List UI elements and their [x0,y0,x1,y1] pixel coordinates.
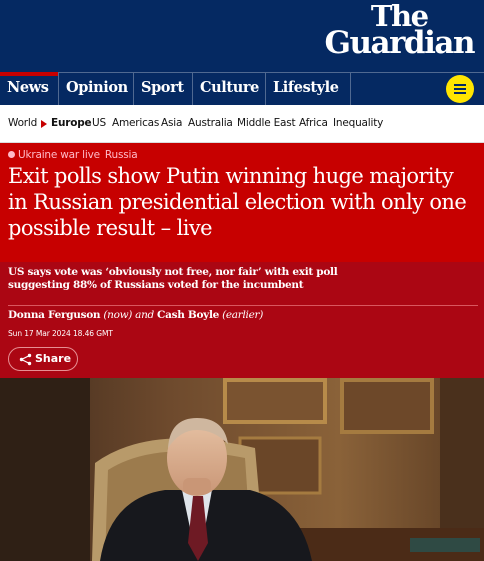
guardian-logo[interactable]: The Guardian [324,0,475,61]
primary-nav: News Opinion Sport Culture Lifestyle [0,72,484,105]
divider [8,305,478,306]
byline: Donna Ferguson (now) and Cash Boyle (ear… [8,309,263,321]
hamburger-menu-icon[interactable] [446,75,474,103]
nav-item-sport[interactable]: Sport [133,73,192,105]
kicker-section-link[interactable]: Russia [105,149,138,161]
chevron-right-icon [41,120,47,128]
nav-item-news[interactable]: News [0,72,58,105]
lead-photo [0,378,484,561]
byline-note-2: (earlier) [222,309,264,321]
subnav-item-europe[interactable]: Europe [51,117,92,129]
subnav-item-world[interactable]: World [8,117,37,129]
subnav-item-americas[interactable]: Americas [112,117,159,129]
nav-item-opinion[interactable]: Opinion [58,73,133,105]
live-dot-icon [8,151,15,158]
photo-illustration [0,378,484,561]
sub-nav: World Europe US Americas Asia Australia … [0,105,484,143]
subnav-item-us[interactable]: US [92,117,106,129]
byline-note-1: (now) [103,309,133,321]
dateline: Sun 17 Mar 2024 18.46 GMT [8,329,113,338]
kicker: Ukraine war live Russia [8,149,138,161]
headline-block: Ukraine war live Russia Exit polls show P… [0,143,484,262]
share-icon [19,353,32,366]
subnav-item-middle-east[interactable]: Middle East [237,117,296,129]
subnav-item-africa[interactable]: Africa [299,117,328,129]
masthead: The Guardian [0,0,484,72]
byline-conjunction: and [135,309,154,321]
nav-item-culture[interactable]: Culture [192,73,265,105]
article-meta: US says vote was ‘obviously not free, no… [0,262,484,378]
standfirst: US says vote was ‘obviously not free, no… [8,266,338,291]
kicker-series-link[interactable]: Ukraine war live [18,149,100,161]
share-label: Share [35,352,72,365]
share-button[interactable]: Share [8,347,78,371]
author-link-2[interactable]: Cash Boyle [157,309,219,321]
nav-item-lifestyle[interactable]: Lifestyle [265,73,350,105]
subnav-item-australia[interactable]: Australia [188,117,233,129]
subnav-item-inequality[interactable]: Inequality [333,117,383,129]
headline: Exit polls show Putin winning huge major… [8,164,467,240]
logo-line-2: Guardian [324,25,475,61]
author-link-1[interactable]: Donna Ferguson [8,309,101,321]
subnav-item-asia[interactable]: Asia [161,117,182,129]
